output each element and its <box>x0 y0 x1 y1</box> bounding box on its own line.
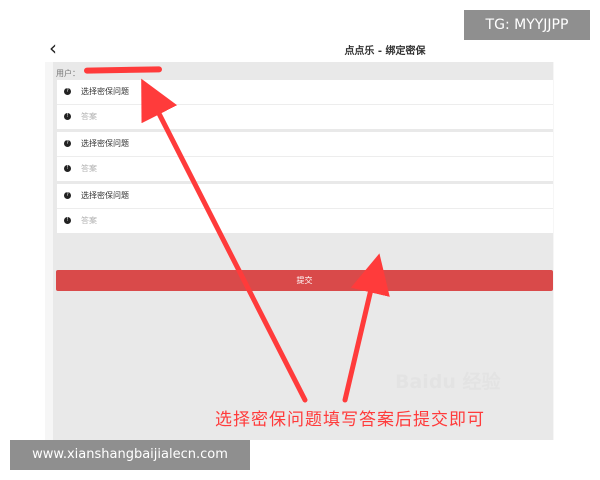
arrow-to-submit <box>342 253 390 403</box>
baidu-watermark: Baidu 经验 <box>395 371 501 393</box>
tg-badge: TG: MYYJJPP <box>464 10 590 40</box>
arrow-to-user <box>141 78 308 403</box>
url-badge: www.xianshangbaijialecn.com <box>10 440 250 470</box>
annotation-caption: 选择密保问题填写答案后提交即可 <box>215 410 485 430</box>
